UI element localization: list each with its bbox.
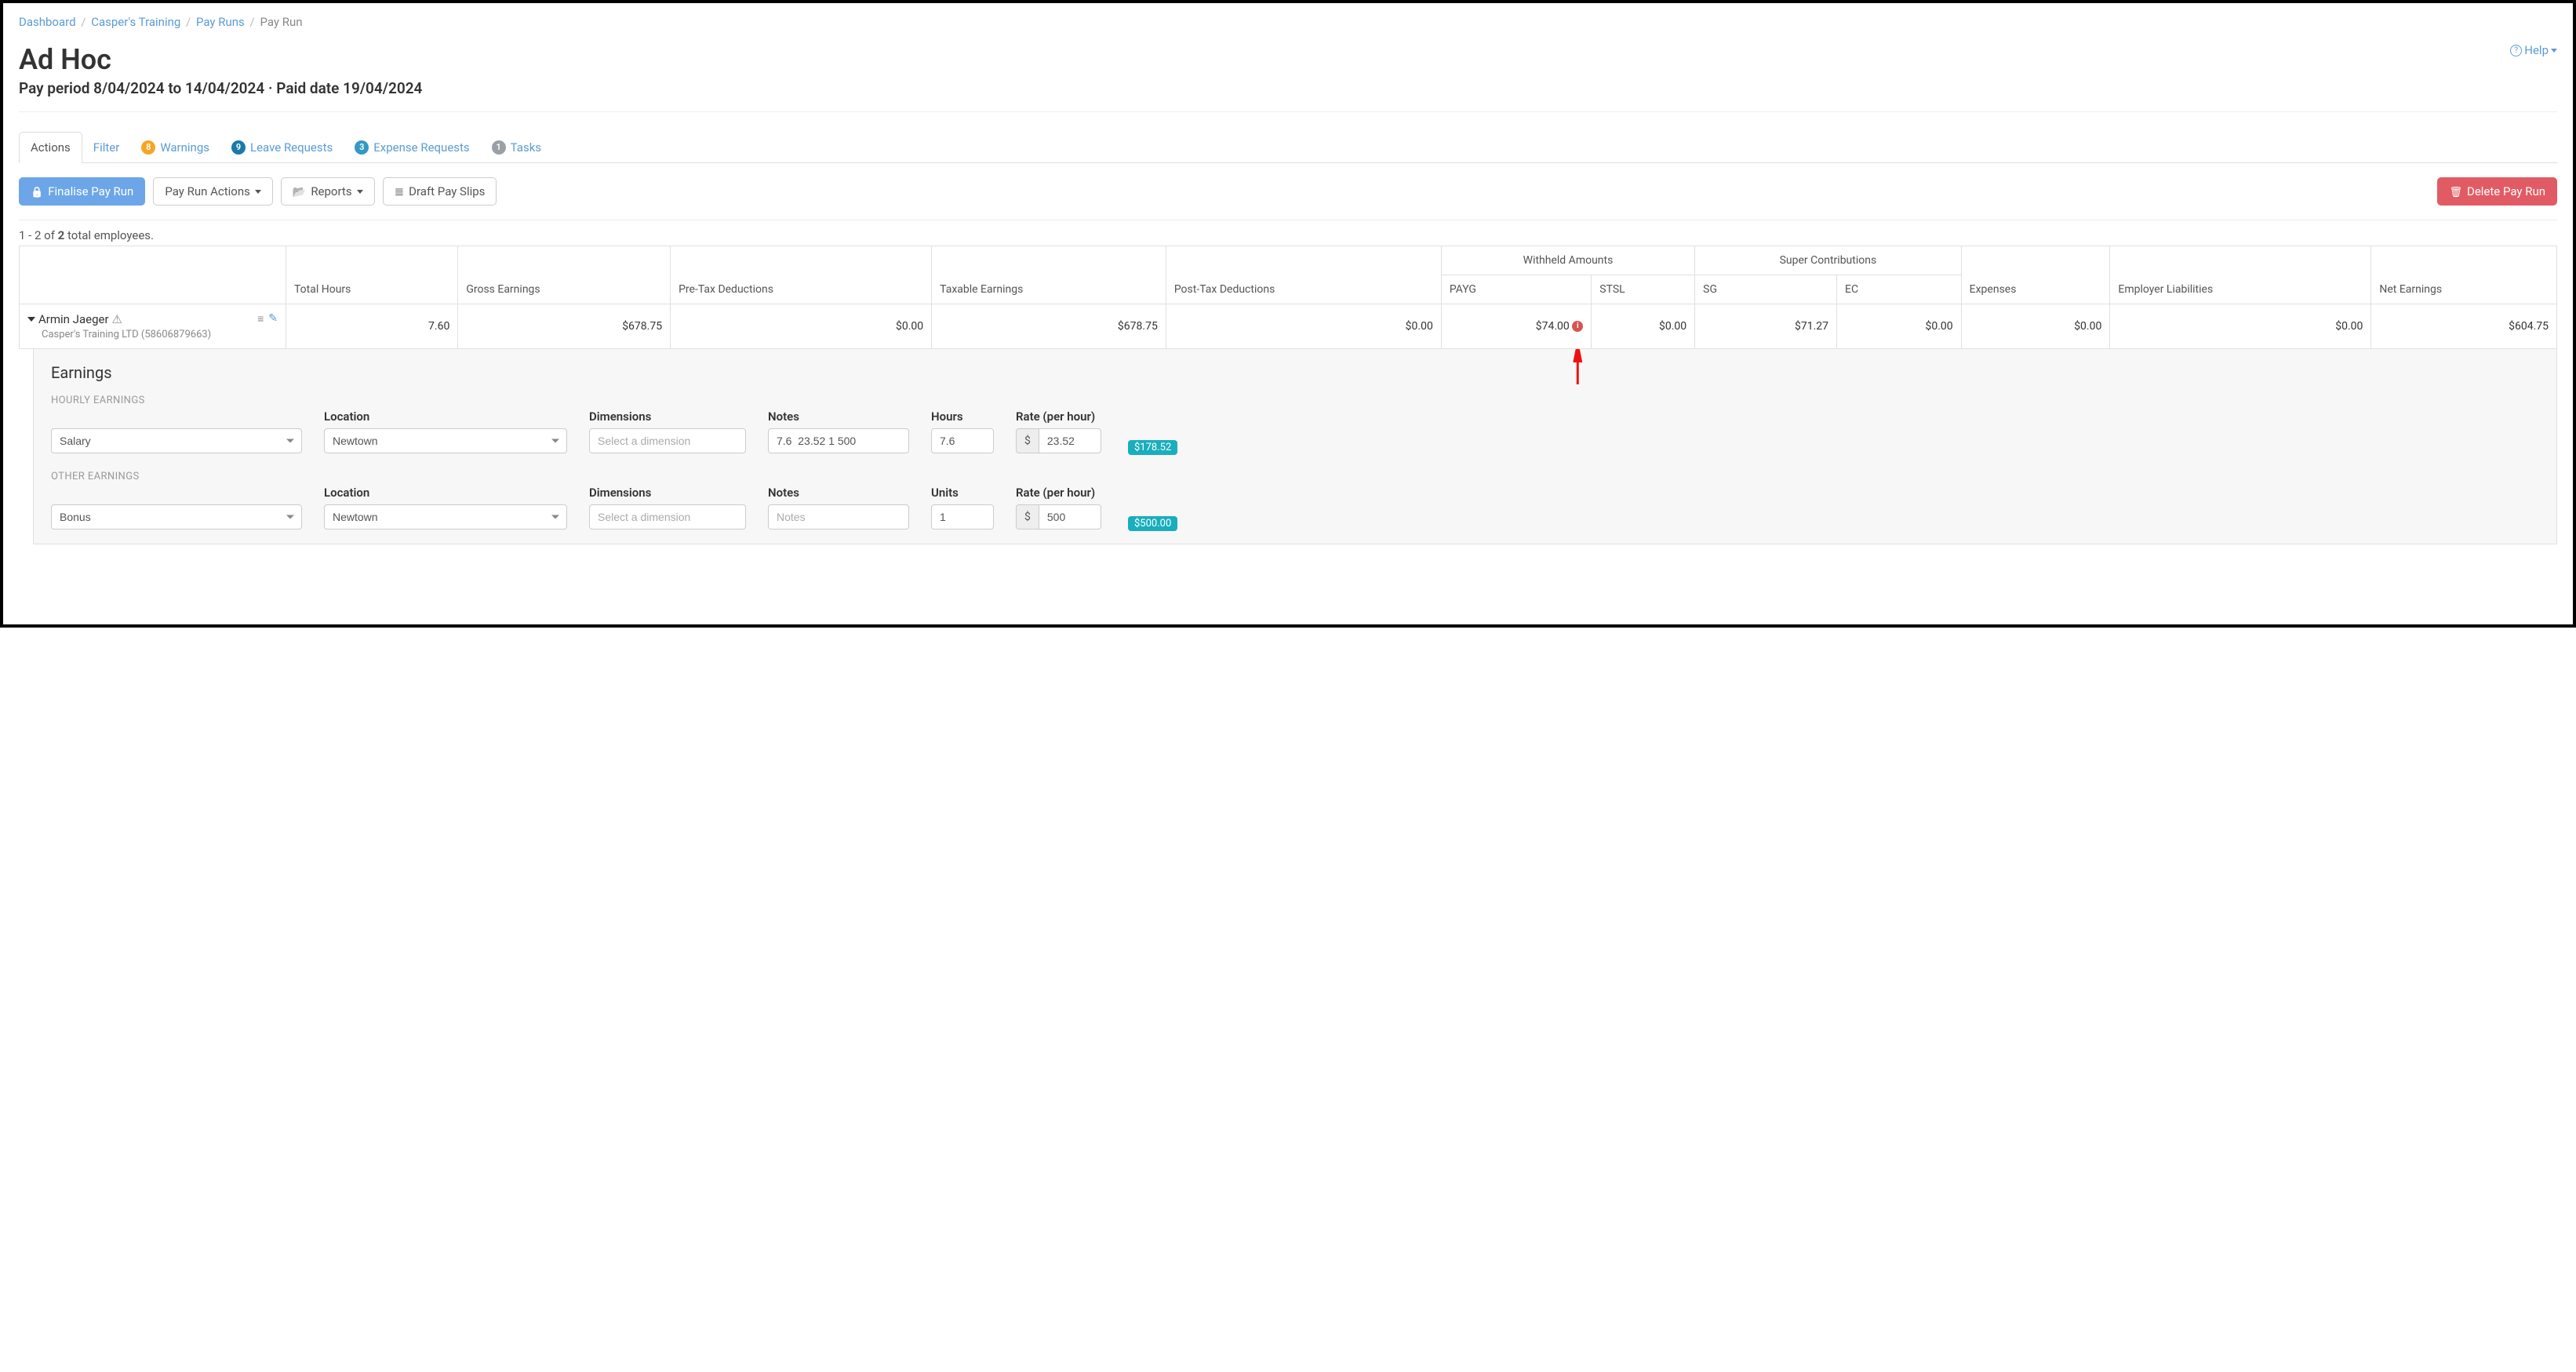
tab-tasks[interactable]: 1 Tasks <box>481 133 552 162</box>
reports-button[interactable]: Reports <box>281 177 375 206</box>
lock-icon <box>31 184 43 198</box>
units-label: Units <box>931 486 994 500</box>
tab-bar: Actions Filter 8 Warnings 9 Leave Reques… <box>19 132 2557 163</box>
employee-expand[interactable]: Armin Jaeger ⚠ <box>27 312 211 326</box>
employee-name: Armin Jaeger <box>38 312 109 326</box>
page-title: Ad Hoc <box>19 43 422 76</box>
col-payg: PAYG <box>1441 275 1591 304</box>
chevron-down-icon <box>357 190 363 194</box>
hourly-earnings-label: HOURLY EARNINGS <box>51 395 2539 406</box>
cell-expenses: $0.00 <box>1961 304 2110 349</box>
cell-sg: $71.27 <box>1695 304 1837 349</box>
col-ec: EC <box>1837 275 1962 304</box>
payrun-table: Total Hours Gross Earnings Pre-Tax Deduc… <box>19 246 2557 349</box>
employee-company: Casper's Training LTD (58606879663) <box>42 329 211 340</box>
other-location-select[interactable]: Newtown <box>324 504 567 530</box>
cell-taxable: $678.75 <box>932 304 1166 349</box>
hourly-type-select[interactable]: Salary <box>51 428 302 453</box>
rate-label: Rate (per hour) <box>1016 486 1106 500</box>
delete-payrun-button[interactable]: Delete Pay Run <box>2437 177 2557 206</box>
warning-icon[interactable]: ⚠ <box>112 312 122 326</box>
details-icon[interactable] <box>257 312 264 326</box>
hourly-dimensions-input[interactable] <box>589 428 746 453</box>
other-notes-input[interactable] <box>768 504 909 530</box>
col-net: Net Earnings <box>2371 246 2557 304</box>
cell-net: $604.75 <box>2371 304 2557 349</box>
col-stsl: STSL <box>1592 275 1695 304</box>
cell-stsl: $0.00 <box>1592 304 1695 349</box>
tab-filter[interactable]: Filter <box>82 133 131 162</box>
col-pretax: Pre-Tax Deductions <box>671 246 932 304</box>
breadcrumb-current: Pay Run <box>260 15 302 29</box>
trash-icon <box>2449 184 2462 198</box>
col-sg: SG <box>1695 275 1837 304</box>
location-label: Location <box>324 409 567 424</box>
dimensions-label: Dimensions <box>589 486 746 500</box>
list-icon <box>395 184 405 198</box>
draft-slips-button[interactable]: Draft Pay Slips <box>383 177 497 206</box>
table-row: Armin Jaeger ⚠ Casper's Training LTD (58… <box>20 304 2557 349</box>
tab-leave-requests[interactable]: 9 Leave Requests <box>220 133 344 162</box>
other-type-select[interactable]: Bonus <box>51 504 302 530</box>
help-icon: ? <box>2510 45 2522 56</box>
chevron-down-icon <box>27 317 35 322</box>
location-label: Location <box>324 486 567 500</box>
payg-info-icon[interactable]: i <box>1572 321 1583 332</box>
breadcrumb-dashboard[interactable]: Dashboard <box>19 15 76 29</box>
hourly-notes-input[interactable] <box>768 428 909 453</box>
col-expenses: Expenses <box>1961 246 2110 304</box>
chevron-down-icon <box>2551 49 2557 53</box>
cell-total-hours: 7.60 <box>286 304 458 349</box>
warnings-badge: 8 <box>141 140 155 155</box>
col-withheld-group: Withheld Amounts <box>1441 246 1694 275</box>
breadcrumb: Dashboard / Casper's Training / Pay Runs… <box>19 15 2557 29</box>
currency-symbol: $ <box>1016 504 1039 530</box>
tab-actions[interactable]: Actions <box>19 132 82 163</box>
other-rate-input[interactable] <box>1039 504 1101 530</box>
cell-gross: $678.75 <box>458 304 671 349</box>
cell-empliab: $0.00 <box>2110 304 2371 349</box>
rate-label: Rate (per hour) <box>1016 409 1106 424</box>
tab-warnings[interactable]: 8 Warnings <box>130 133 220 162</box>
currency-symbol: $ <box>1016 428 1039 453</box>
other-total-badge: $500.00 <box>1128 516 1177 531</box>
cell-ec: $0.00 <box>1837 304 1962 349</box>
col-gross: Gross Earnings <box>458 246 671 304</box>
tab-expense-requests[interactable]: 3 Expense Requests <box>344 133 480 162</box>
chevron-down-icon <box>255 190 261 194</box>
breadcrumb-company[interactable]: Casper's Training <box>91 15 180 29</box>
hourly-hours-input[interactable] <box>931 428 994 453</box>
col-total-hours: Total Hours <box>286 246 458 304</box>
tasks-badge: 1 <box>492 140 506 155</box>
payrun-actions-button[interactable]: Pay Run Actions <box>153 177 273 206</box>
breadcrumb-payruns[interactable]: Pay Runs <box>196 15 245 29</box>
notes-label: Notes <box>768 409 909 424</box>
hourly-total-badge: $178.52 <box>1128 440 1177 455</box>
cell-posttax: $0.00 <box>1166 304 1441 349</box>
folder-icon <box>293 184 306 198</box>
col-taxable: Taxable Earnings <box>932 246 1166 304</box>
col-super-group: Super Contributions <box>1695 246 1961 275</box>
dimensions-label: Dimensions <box>589 409 746 424</box>
hours-label: Hours <box>931 409 994 424</box>
help-button[interactable]: ? Help <box>2510 43 2557 57</box>
finalise-button[interactable]: Finalise Pay Run <box>19 177 145 206</box>
hourly-location-select[interactable]: Newtown <box>324 428 567 453</box>
cell-pretax: $0.00 <box>671 304 932 349</box>
page-subtitle: Pay period 8/04/2024 to 14/04/2024 · Pai… <box>19 79 422 97</box>
expense-badge: 3 <box>355 140 369 155</box>
earnings-detail: Earnings HOURLY EARNINGS Salary Location… <box>33 349 2557 544</box>
col-empliab: Employer Liabilities <box>2110 246 2371 304</box>
col-posttax: Post-Tax Deductions <box>1166 246 1441 304</box>
employee-count: 1 - 2 of 2 total employees. <box>19 228 2557 242</box>
other-dimensions-input[interactable] <box>589 504 746 530</box>
detail-title: Earnings <box>51 363 2539 382</box>
notes-label: Notes <box>768 486 909 500</box>
cell-payg: $74.00 i <box>1441 304 1591 349</box>
edit-icon[interactable]: ✎ <box>268 312 278 326</box>
leave-badge: 9 <box>231 140 246 155</box>
other-units-input[interactable] <box>931 504 994 530</box>
hourly-rate-input[interactable] <box>1039 428 1101 453</box>
other-earnings-label: OTHER EARNINGS <box>51 471 2539 482</box>
